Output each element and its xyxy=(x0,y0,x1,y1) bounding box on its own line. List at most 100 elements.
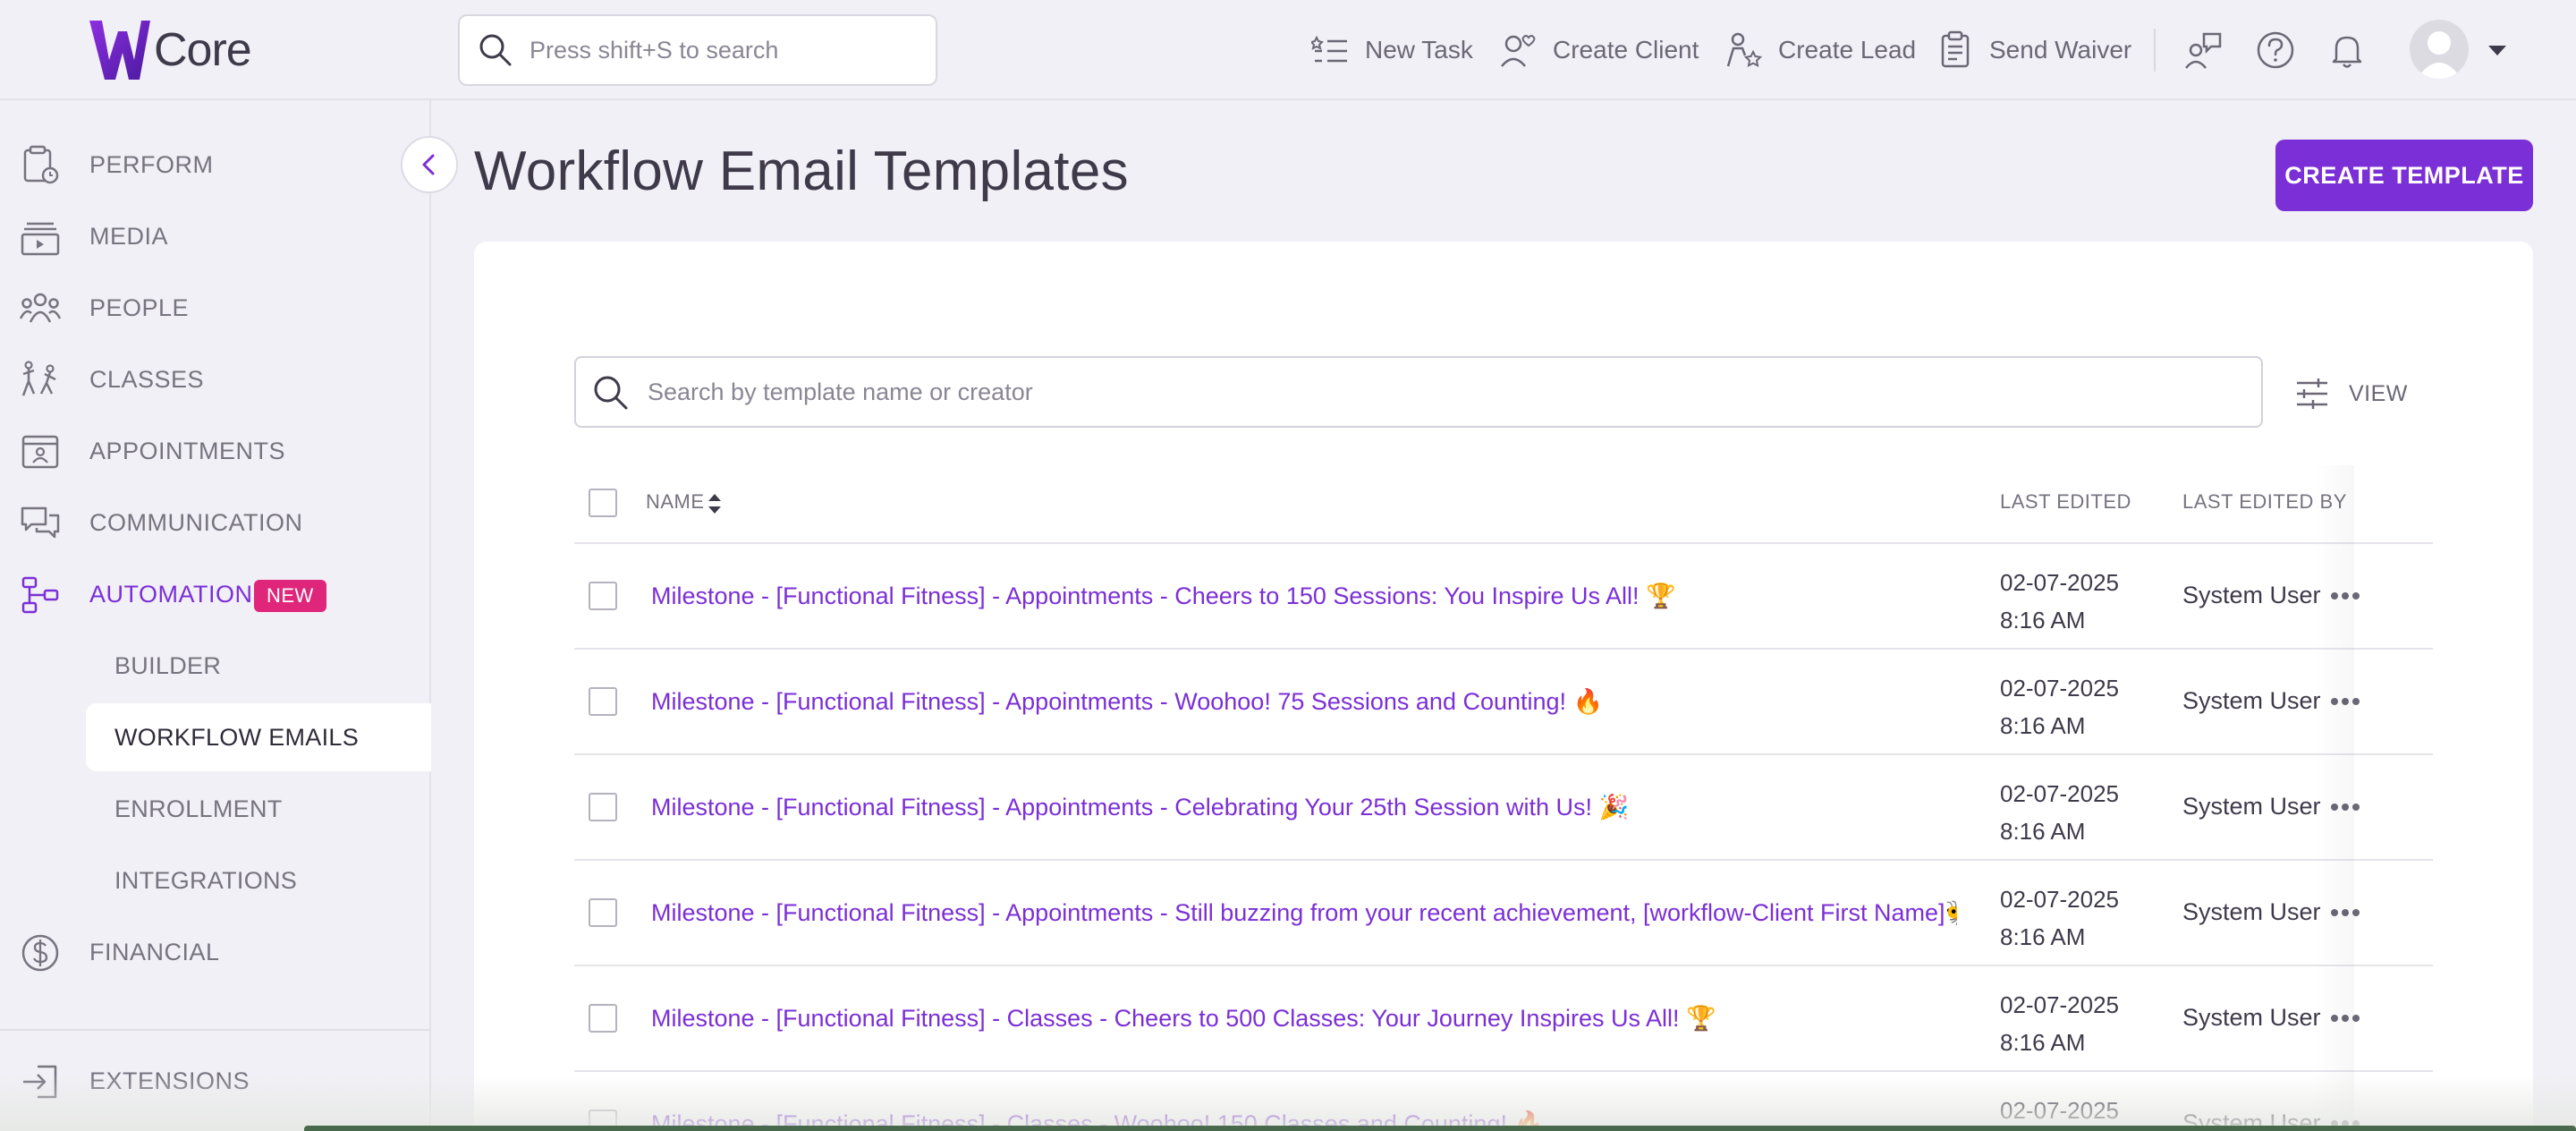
sidebar-item-perform[interactable]: PERFORM xyxy=(0,132,429,197)
row-checkbox[interactable] xyxy=(589,1004,617,1033)
template-name-link[interactable]: Milestone - [Functional Fitness] - Appoi… xyxy=(651,687,1603,716)
sidebar-item-people[interactable]: PEOPLE xyxy=(0,276,429,340)
more-horizontal-icon xyxy=(2331,909,2360,916)
sidebar-item-label: COMMUNICATION xyxy=(89,508,303,536)
template-search[interactable] xyxy=(574,356,2263,428)
last-edited-by-cell: System User xyxy=(2182,582,2321,608)
last-edited-date: 02-07-2025 xyxy=(2000,569,2119,596)
table-row: Milestone - [Functional Fitness] - Appoi… xyxy=(574,650,2433,755)
sidebar-item-classes[interactable]: CLASSES xyxy=(0,347,429,412)
sidebar-item-automations[interactable]: AUTOMATIONS NEW xyxy=(0,562,429,626)
sidebar-item-extensions[interactable]: EXTENSIONS xyxy=(0,1049,429,1113)
sidebar-subitem-enrollment[interactable]: ENROLLMENT xyxy=(86,775,431,843)
create-lead-button[interactable]: Create Lead xyxy=(1724,23,1916,77)
sidebar-item-label: MEDIA xyxy=(89,222,169,250)
sidebar-item-financial[interactable]: FINANCIAL xyxy=(0,920,429,984)
send-waiver-label: Send Waiver xyxy=(1989,36,2132,64)
app-logo[interactable]: Core xyxy=(88,20,252,81)
w-logo-icon xyxy=(89,21,150,80)
new-badge: NEW xyxy=(254,580,326,612)
templates-table: NAME LAST EDITED LAST EDITED BY Mileston… xyxy=(574,463,2433,1131)
row-more-button[interactable] xyxy=(2326,789,2365,825)
top-bar: Core New Task Create Client Create Lead … xyxy=(0,0,2576,100)
view-options-button[interactable]: VIEW xyxy=(2293,370,2408,417)
template-name-link[interactable]: Milestone - [Functional Fitness] - Class… xyxy=(651,1004,1716,1033)
row-more-button[interactable] xyxy=(2326,1000,2365,1036)
table-row: Milestone - [Functional Fitness] - Appoi… xyxy=(574,755,2433,861)
sidebar-item-communication[interactable]: COMMUNICATION xyxy=(0,490,429,555)
notifications-button[interactable] xyxy=(2324,27,2370,73)
column-header-last-edited-by[interactable]: LAST EDITED BY xyxy=(2182,490,2347,514)
last-edited-time: 8:16 AM xyxy=(2000,923,2086,950)
row-more-button[interactable] xyxy=(2326,684,2365,719)
global-search[interactable] xyxy=(458,14,937,86)
last-edited-date: 02-07-2025 xyxy=(2000,1097,2119,1124)
user-chat-icon xyxy=(2185,32,2222,69)
create-lead-label: Create Lead xyxy=(1778,36,1917,64)
sort-icon[interactable] xyxy=(705,489,724,519)
column-header-name[interactable]: NAME xyxy=(646,490,705,514)
sidebar-subitem-label: ENROLLMENT xyxy=(114,795,283,822)
more-horizontal-icon xyxy=(2331,1015,2360,1022)
last-edited-cell: 02-07-2025 8:16 AM xyxy=(2000,669,2119,744)
template-name-link[interactable]: Milestone - [Functional Fitness] - Appoi… xyxy=(651,793,1629,821)
last-edited-time: 8:16 AM xyxy=(2000,1029,2086,1056)
last-edited-by-cell: System User xyxy=(2182,687,2321,714)
sidebar-item-label: PEOPLE xyxy=(89,293,190,321)
select-all-checkbox[interactable] xyxy=(589,489,617,517)
last-edited-date: 02-07-2025 xyxy=(2000,886,2119,913)
template-search-input[interactable] xyxy=(648,378,2261,406)
send-waiver-button[interactable]: Send Waiver xyxy=(1936,23,2131,77)
sidebar-item-media[interactable]: MEDIA xyxy=(0,204,429,268)
sidebar-subitem-workflow-emails[interactable]: WORKFLOW EMAILS xyxy=(86,703,431,771)
sidebar-item-label: FINANCIAL xyxy=(89,938,220,965)
topbar-divider xyxy=(2154,29,2156,72)
row-more-button[interactable] xyxy=(2326,895,2365,931)
row-checkbox[interactable] xyxy=(589,793,617,821)
chevron-left-icon xyxy=(422,154,435,175)
row-checkbox[interactable] xyxy=(589,898,617,927)
collapse-sidebar-button[interactable] xyxy=(401,136,458,193)
media-icon xyxy=(21,222,60,256)
table-header: NAME LAST EDITED LAST EDITED BY xyxy=(574,463,2433,544)
user-star-icon xyxy=(1726,32,1763,68)
new-task-button[interactable]: New Task xyxy=(1311,23,1473,77)
sidebar-item-appointments[interactable]: APPOINTMENTS xyxy=(0,419,429,483)
sidebar-item-label: EXTENSIONS xyxy=(89,1067,250,1094)
help-button[interactable] xyxy=(2252,27,2299,73)
feedback-button[interactable] xyxy=(2181,27,2227,73)
sidebar-subitem-label: WORKFLOW EMAILS xyxy=(114,723,360,751)
template-name-link[interactable]: Milestone - [Functional Fitness] - Appoi… xyxy=(651,582,1676,610)
sidebar-subitem-builder[interactable]: BUILDER xyxy=(86,632,431,700)
last-edited-time: 8:16 AM xyxy=(2000,607,2086,634)
people-icon xyxy=(20,293,61,323)
sidebar-subitem-label: BUILDER xyxy=(114,651,222,679)
row-more-button[interactable] xyxy=(2326,578,2365,614)
row-checkbox[interactable] xyxy=(589,582,617,610)
app-name: Core xyxy=(154,24,252,76)
row-checkbox[interactable] xyxy=(589,687,617,716)
create-client-button[interactable]: Create Client xyxy=(1499,23,1699,77)
bottom-edge-bar xyxy=(304,1126,2576,1131)
create-template-button[interactable]: CREATE TEMPLATE xyxy=(2275,140,2533,211)
table-row: Milestone - [Functional Fitness] - Class… xyxy=(574,966,2433,1072)
table-row: Milestone - [Functional Fitness] - Appoi… xyxy=(574,861,2433,966)
last-edited-date: 02-07-2025 xyxy=(2000,991,2119,1018)
last-edited-time: 8:16 AM xyxy=(2000,712,2086,739)
user-heart-icon xyxy=(1501,35,1536,67)
sidebar-item-label: CLASSES xyxy=(89,365,205,393)
fitness-class-icon xyxy=(21,361,56,396)
column-header-last-edited[interactable]: LAST EDITED xyxy=(2000,490,2131,514)
table-row: Milestone - [Functional Fitness] - Class… xyxy=(574,1072,2433,1131)
more-horizontal-icon xyxy=(2331,698,2360,705)
chevron-down-icon[interactable] xyxy=(2485,38,2510,63)
help-icon xyxy=(2257,31,2294,69)
avatar[interactable] xyxy=(2410,20,2469,79)
dollar-circle-icon xyxy=(21,934,59,972)
sidebar-divider xyxy=(0,1029,429,1031)
global-search-input[interactable] xyxy=(530,36,936,64)
last-edited-cell: 02-07-2025 8:16 AM xyxy=(2000,564,2119,639)
create-client-label: Create Client xyxy=(1553,36,1699,64)
sidebar-subitem-integrations[interactable]: INTEGRATIONS xyxy=(86,846,431,914)
template-name-link[interactable]: Milestone - [Functional Fitness] - Appoi… xyxy=(651,898,1957,927)
